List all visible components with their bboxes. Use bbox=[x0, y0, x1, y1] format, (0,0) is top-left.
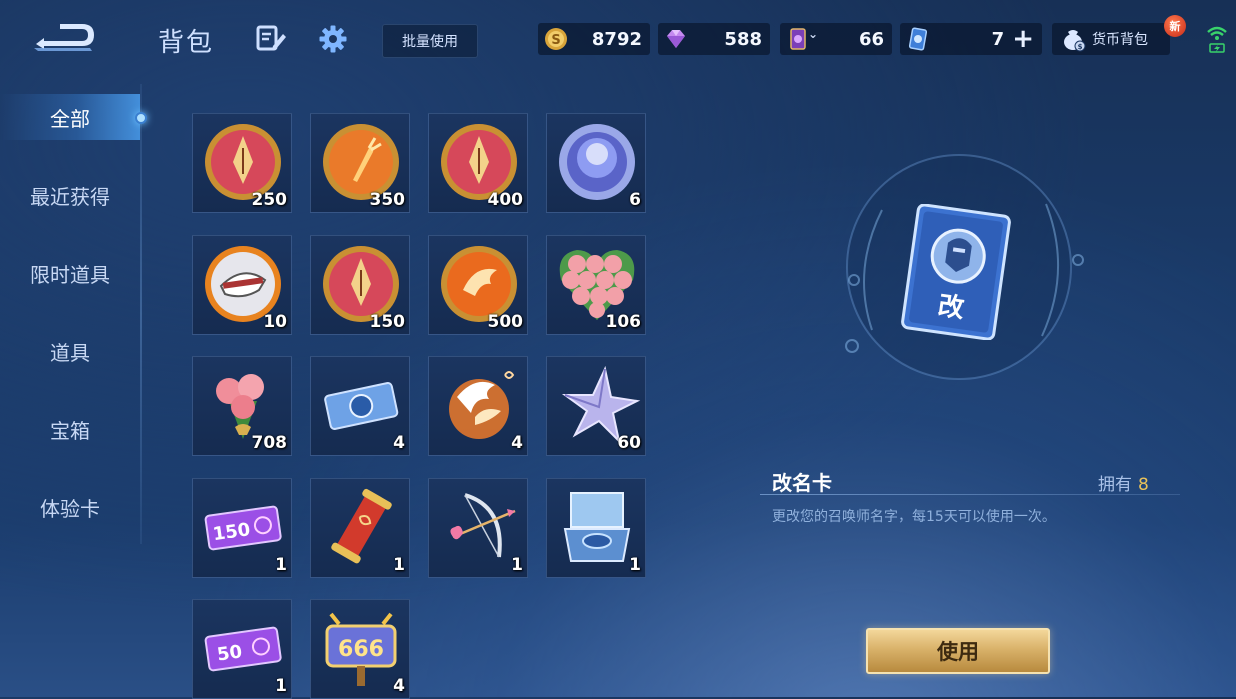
item-quantity: 4 bbox=[393, 676, 405, 696]
scroll-icon bbox=[331, 488, 392, 564]
inventory-slot[interactable]: 350 bbox=[310, 113, 410, 213]
item-quantity: 1 bbox=[275, 676, 287, 696]
box-icon bbox=[563, 492, 631, 562]
sidebar-item-props[interactable]: 道具 bbox=[0, 328, 140, 374]
rename-card-icon: 改 bbox=[901, 204, 1011, 340]
blue-card-counter[interactable]: 7 + bbox=[900, 23, 1042, 55]
inventory-slot[interactable]: 10 bbox=[192, 235, 292, 335]
back-button[interactable] bbox=[30, 18, 100, 56]
item-quantity: 1 bbox=[275, 555, 287, 575]
item-quantity: 350 bbox=[369, 190, 406, 210]
item-quantity: 708 bbox=[251, 433, 288, 453]
gem-icon bbox=[667, 30, 685, 48]
inventory-slot[interactable]: 1 bbox=[428, 478, 528, 578]
back-arrow-icon bbox=[34, 24, 94, 51]
detail-divider bbox=[760, 494, 1180, 495]
inventory-slot[interactable]: 6 bbox=[546, 113, 646, 213]
item-quantity: 4 bbox=[393, 433, 405, 453]
sidebar-divider bbox=[140, 84, 142, 544]
item-name: 改名卡 bbox=[772, 471, 832, 495]
gold-coin-value: 8792 bbox=[591, 28, 642, 50]
sidebar-item-chests[interactable]: 宝箱 bbox=[0, 406, 140, 452]
currency-wallet-button[interactable]: $ 货币背包 bbox=[1052, 23, 1170, 55]
ticket-card-value: 66 bbox=[858, 28, 884, 50]
ticket-card-counter[interactable]: ⌄ 66 bbox=[780, 23, 892, 55]
inventory-slot[interactable]: 1 bbox=[546, 478, 646, 578]
coupon-50-icon: 50 bbox=[204, 626, 282, 672]
sidebar-item-trial-cards[interactable]: 体验卡 bbox=[0, 484, 140, 530]
item-quantity: 150 bbox=[369, 312, 406, 332]
inventory-slot[interactable]: 708 bbox=[192, 356, 292, 456]
blue-orb-icon bbox=[559, 124, 635, 200]
edit-notes-button[interactable] bbox=[254, 22, 288, 56]
plus-icon[interactable]: + bbox=[1012, 26, 1034, 52]
ticket-card-icon bbox=[790, 28, 806, 50]
inventory-slot[interactable]: 50 1 bbox=[192, 599, 292, 699]
chevron-down-icon: ⌄ bbox=[808, 27, 819, 41]
item-quantity: 1 bbox=[629, 555, 641, 575]
item-quantity: 4 bbox=[511, 433, 523, 453]
sidebar-item-label: 最近获得 bbox=[30, 184, 110, 209]
item-quantity: 500 bbox=[487, 312, 524, 332]
sidebar-item-label: 道具 bbox=[50, 340, 90, 365]
sidebar-item-label: 全部 bbox=[50, 106, 90, 131]
card-char: 改 bbox=[936, 290, 966, 324]
active-indicator bbox=[135, 112, 147, 124]
blue-card-value: 7 bbox=[991, 28, 1005, 50]
money-bag-icon: $ bbox=[1064, 30, 1086, 52]
pegasus-icon bbox=[449, 371, 515, 439]
sidebar-item-label: 体验卡 bbox=[40, 496, 100, 521]
new-badge: 新 bbox=[1164, 15, 1186, 37]
sidebar-item-label: 宝箱 bbox=[50, 418, 90, 443]
sidebar-item-all[interactable]: 全部 bbox=[0, 94, 140, 140]
owned-label: 拥有 bbox=[1098, 475, 1132, 495]
inventory-slot[interactable]: 1 bbox=[310, 478, 410, 578]
inventory-slot[interactable]: 4 bbox=[310, 356, 410, 456]
settings-button[interactable] bbox=[316, 22, 350, 56]
ticket-icon bbox=[324, 382, 399, 430]
item-quantity: 400 bbox=[487, 190, 524, 210]
edit-icon bbox=[256, 25, 286, 51]
item-quantity: 1 bbox=[511, 555, 523, 575]
bow-arrow-icon bbox=[450, 493, 516, 558]
inventory-slot[interactable]: 250 bbox=[192, 113, 292, 213]
inventory-slot[interactable]: 500 bbox=[428, 235, 528, 335]
item-quantity: 1 bbox=[393, 555, 405, 575]
coupon-150-icon: 150 bbox=[204, 505, 282, 551]
inventory-slot[interactable]: 106 bbox=[546, 235, 646, 335]
item-quantity: 60 bbox=[617, 433, 641, 453]
item-description: 更改您的召唤师名字，每15天可以使用一次。 bbox=[772, 509, 1056, 525]
gem-value: 588 bbox=[724, 28, 762, 50]
gold-coin-counter[interactable]: S 8792 bbox=[538, 23, 650, 55]
inventory-slot[interactable]: 150 1 bbox=[192, 478, 292, 578]
sidebar-item-recent[interactable]: 最近获得 bbox=[0, 172, 140, 218]
gem-counter[interactable]: 588 bbox=[658, 23, 770, 55]
item-quantity: 6 bbox=[629, 190, 641, 210]
inventory-slot[interactable]: 60 bbox=[546, 356, 646, 456]
coupon-text: 50 bbox=[216, 641, 244, 665]
sign-text: 666 bbox=[338, 637, 384, 662]
network-status-icon bbox=[1207, 26, 1227, 53]
wallet-label: 货币背包 bbox=[1092, 32, 1148, 48]
svg-text:$: $ bbox=[1078, 43, 1083, 51]
page-title: 背包 bbox=[158, 28, 215, 58]
inventory-slot[interactable]: 400 bbox=[428, 113, 528, 213]
sign-666-icon: 666 bbox=[325, 612, 397, 686]
inventory-slot[interactable]: 4 bbox=[428, 356, 528, 456]
owned-value: 8 bbox=[1138, 475, 1149, 495]
gear-icon bbox=[319, 25, 347, 53]
item-quantity: 106 bbox=[605, 312, 642, 332]
inventory-slot[interactable]: 666 4 bbox=[310, 599, 410, 699]
owned-count: 拥有 8 bbox=[1098, 470, 1149, 495]
batch-use-button[interactable]: 批量使用 bbox=[382, 24, 478, 58]
svg-text:S: S bbox=[551, 33, 560, 48]
use-button[interactable]: 使用 bbox=[866, 628, 1050, 674]
item-quantity: 10 bbox=[263, 312, 287, 332]
sidebar-item-limited[interactable]: 限时道具 bbox=[0, 250, 140, 296]
blue-card-icon bbox=[908, 27, 928, 51]
sidebar-item-label: 限时道具 bbox=[30, 262, 110, 287]
inventory-slot[interactable]: 150 bbox=[310, 235, 410, 335]
item-quantity: 250 bbox=[251, 190, 288, 210]
gold-coin-icon: S bbox=[545, 28, 567, 50]
